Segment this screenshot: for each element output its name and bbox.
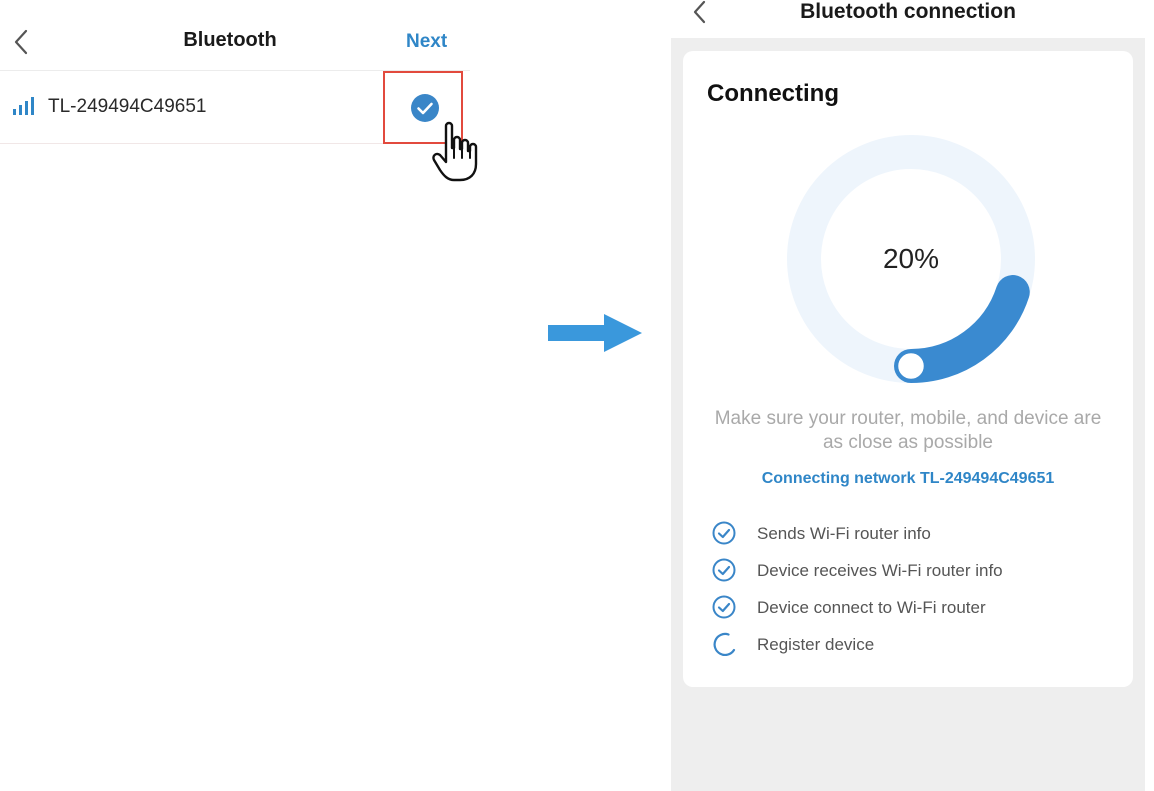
hint-line-2: as close as possible	[822, 432, 994, 453]
progress-arc	[894, 275, 1030, 383]
next-button[interactable]: Next	[406, 31, 447, 53]
page-title: Bluetooth connection	[800, 0, 1016, 23]
step-item: Device receives Wi-Fi router info	[711, 557, 1111, 585]
spinner-icon	[713, 632, 736, 657]
progress-knob	[895, 350, 927, 382]
card-heading: Connecting	[707, 80, 839, 107]
step-item: Register device	[711, 631, 1111, 659]
arrow-right-icon	[548, 314, 642, 352]
step-label: Device receives Wi-Fi router info	[757, 561, 1003, 580]
page-title: Bluetooth	[183, 29, 277, 51]
device-name: TL-249494C49651	[48, 96, 207, 117]
hint-line-1: Make sure your router, mobile, and devic…	[714, 408, 1102, 429]
bluetooth-connection-screen: Bluetooth connection Connecting 20% Make…	[671, 0, 1145, 791]
right-header: Bluetooth connection	[671, 0, 1145, 38]
check-circle-icon	[712, 595, 736, 619]
step-label: Sends Wi-Fi router info	[757, 524, 931, 543]
network-status: Connecting network TL-249494C49651	[761, 470, 1055, 487]
step-label: Device connect to Wi-Fi router	[757, 598, 986, 617]
check-circle-icon	[712, 558, 736, 582]
check-circle-icon	[712, 521, 736, 545]
step-item: Sends Wi-Fi router info	[711, 520, 1111, 548]
step-item: Device connect to Wi-Fi router	[711, 594, 1111, 622]
bluetooth-list-screen: Bluetooth Next TL-249494C49651	[0, 0, 478, 791]
hint-text: Make sure your router, mobile, and devic…	[703, 407, 1113, 455]
hand-pointer-icon	[432, 121, 478, 182]
back-chevron-icon[interactable]	[689, 0, 711, 26]
progress-percentage: 20%	[882, 243, 940, 274]
check-circle-icon[interactable]	[410, 93, 440, 123]
step-label: Register device	[757, 635, 875, 654]
connection-card: Connecting 20% Make sure your router, mo…	[683, 51, 1133, 687]
left-header: Bluetooth Next	[0, 0, 470, 71]
signal-bars-icon	[13, 97, 34, 115]
back-chevron-icon[interactable]	[10, 28, 34, 56]
